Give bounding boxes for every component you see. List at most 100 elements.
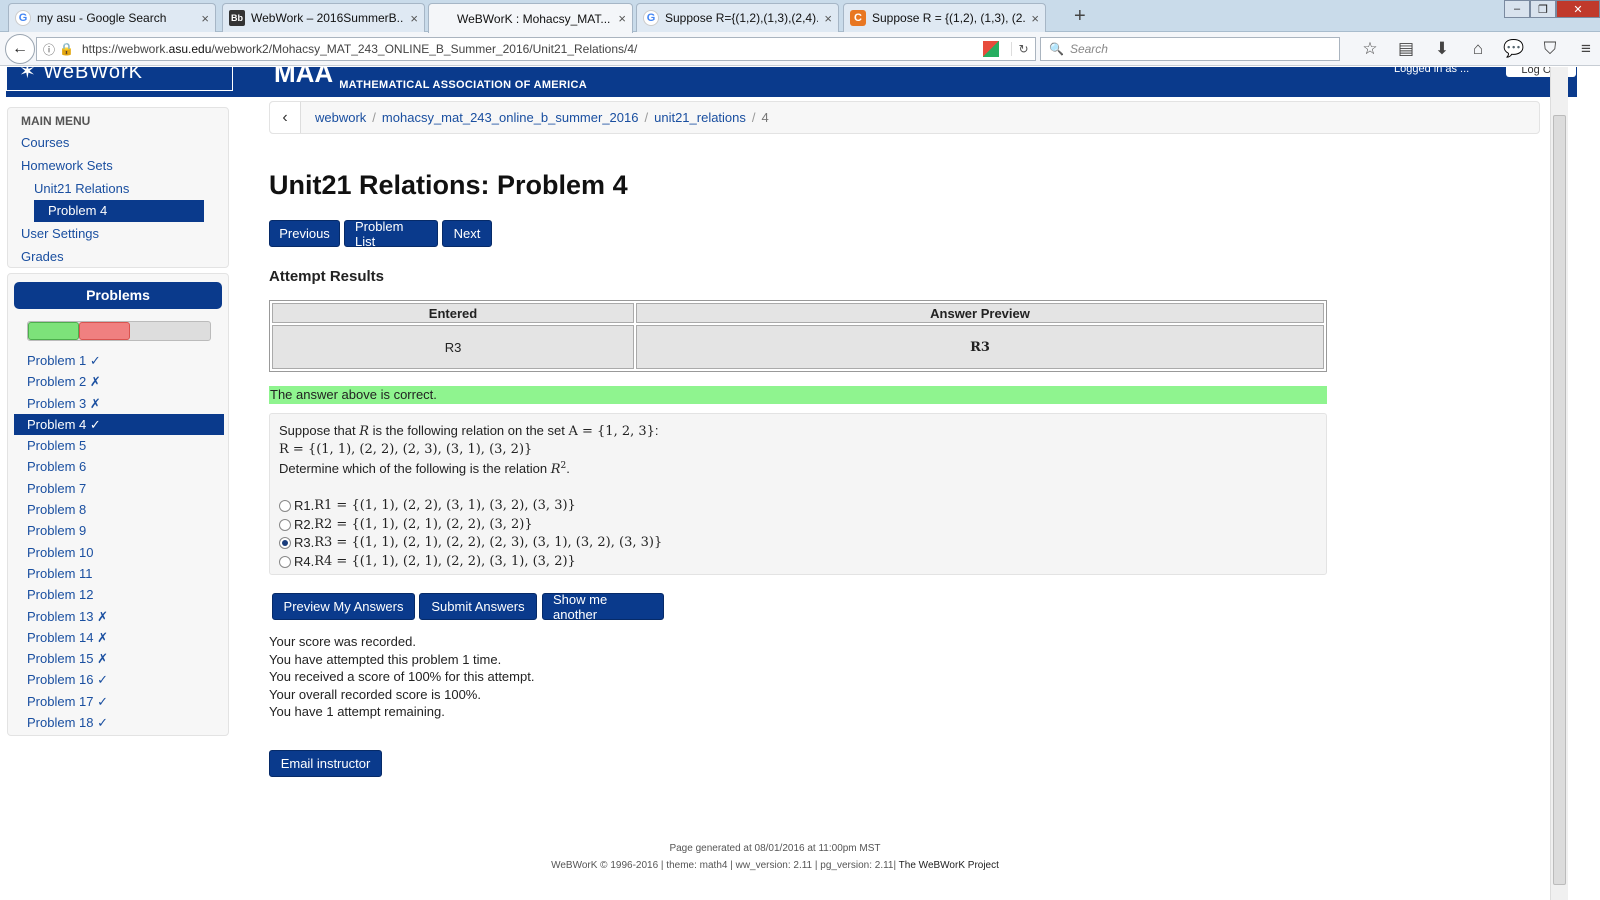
menu-current-problem[interactable]: Problem 4: [34, 200, 204, 222]
radio-button[interactable]: [279, 555, 291, 568]
option-label: R2.: [294, 516, 315, 532]
problem-link[interactable]: Problem 14 ✗: [14, 627, 224, 648]
submit-answers-button[interactable]: Submit Answers: [419, 593, 537, 620]
answer-option[interactable]: R2. R2 = {(1, 1), (2, 1), (2, 2), (3, 2)…: [279, 515, 1317, 534]
chegg-icon: C: [850, 10, 866, 26]
webwork-project-link[interactable]: The WeBWorK Project: [899, 860, 999, 871]
reload-icon[interactable]: ↻: [1011, 42, 1035, 56]
tab-title: Suppose R = {(1,2), (1,3), (2...: [872, 11, 1026, 25]
close-tab-icon[interactable]: ×: [824, 11, 832, 26]
webwork-banner: ✶ WeBWorK MAA MATHEMATICAL ASSOCIATION O…: [6, 67, 1577, 97]
next-button[interactable]: Next: [442, 220, 492, 247]
maa-subtitle: MATHEMATICAL ASSOCIATION OF AMERICA: [339, 79, 588, 91]
star-icon: ✶: [19, 67, 44, 83]
problem-link[interactable]: Problem 18 ✓: [14, 712, 224, 733]
hamburger-menu-icon[interactable]: ≡: [1568, 39, 1600, 59]
maximize-icon[interactable]: ❐: [1530, 0, 1556, 18]
browser-tab[interactable]: G Suppose R={(1,2),(1,3),(2,4)... ×: [636, 3, 839, 32]
problem-link[interactable]: Problem 4 ✓: [14, 413, 224, 436]
answer-option[interactable]: R1. R1 = {(1, 1), (2, 2), (3, 1), (3, 2)…: [279, 497, 1317, 516]
info-icon[interactable]: ⓘ: [43, 41, 55, 58]
google-icon: G: [15, 10, 31, 26]
back-arrow-icon[interactable]: ←: [5, 34, 35, 64]
radio-button-selected[interactable]: [279, 537, 291, 550]
problem-link[interactable]: Problem 1 ✓: [14, 350, 224, 371]
browser-search-input[interactable]: 🔍 Search: [1040, 37, 1340, 61]
intro-text: :: [654, 423, 659, 438]
answer-option[interactable]: R4. R4 = {(1, 1), (2, 1), (2, 2), (3, 1)…: [279, 552, 1317, 571]
browser-tab[interactable]: C Suppose R = {(1,2), (1,3), (2... ×: [843, 3, 1046, 32]
url-text[interactable]: https://webwork.asu.edu/webwork2/Mohacsy…: [82, 42, 983, 56]
breadcrumb-separator: /: [644, 110, 649, 125]
url-bar[interactable]: ⓘ 🔒 https://webwork.asu.edu/webwork2/Moh…: [36, 37, 1036, 61]
problem-link[interactable]: Problem 12: [14, 584, 224, 605]
browser-tab[interactable]: G my asu - Google Search ×: [8, 3, 216, 32]
answer-preview-header: Answer Preview: [636, 303, 1324, 323]
download-icon[interactable]: ⬇: [1424, 39, 1460, 59]
menu-grades-link[interactable]: Grades: [21, 249, 64, 264]
problem-link[interactable]: Problem 3 ✗: [14, 393, 224, 414]
correct-message: The answer above is correct.: [269, 386, 1327, 404]
chevron-left-icon[interactable]: ‹: [270, 102, 301, 133]
problem-link[interactable]: Problem 5: [14, 435, 224, 456]
menu-courses-link[interactable]: Courses: [21, 135, 69, 150]
breadcrumb-current: 4: [761, 110, 769, 125]
maa-logo[interactable]: MAA MATHEMATICAL ASSOCIATION OF AMERICA: [274, 67, 587, 91]
webwork-logo[interactable]: ✶ WeBWorK: [6, 67, 233, 91]
math-set: A = {1, 2, 3}: [568, 424, 655, 439]
answer-option[interactable]: R3. R3 = {(1, 1), (2, 1), (2, 2), (2, 3)…: [279, 534, 1317, 553]
problem-link[interactable]: Problem 16 ✓: [14, 669, 224, 690]
problem-link[interactable]: Problem 7: [14, 478, 224, 499]
chat-icon[interactable]: 💬: [1496, 39, 1532, 59]
menu-user-settings-link[interactable]: User Settings: [21, 226, 99, 241]
pocket-icon[interactable]: ⛉: [1532, 39, 1568, 59]
close-tab-icon[interactable]: ×: [1031, 11, 1039, 26]
breadcrumb-course[interactable]: mohacsy_mat_243_online_b_summer_2016: [382, 110, 639, 125]
reading-list-icon[interactable]: ▤: [1388, 39, 1424, 59]
problem-link[interactable]: Problem 15 ✗: [14, 648, 224, 669]
minimize-icon[interactable]: –: [1504, 0, 1530, 18]
close-tab-icon[interactable]: ×: [201, 11, 209, 26]
menu-homework-sets-link[interactable]: Homework Sets: [21, 158, 113, 173]
preview-answers-button[interactable]: Preview My Answers: [272, 593, 415, 620]
scrollbar-thumb[interactable]: [1553, 115, 1566, 885]
score-message: Your score was recorded.: [269, 634, 416, 649]
breadcrumb-set[interactable]: unit21_relations: [654, 110, 746, 125]
problem-link[interactable]: Problem 8: [14, 499, 224, 520]
problem-link[interactable]: Problem 13 ✗: [14, 606, 224, 627]
problem-list-button[interactable]: Problem List: [344, 219, 438, 249]
tab-title: WeBWorK : Mohacsy_MAT...: [457, 11, 611, 26]
menu-set-link[interactable]: Unit21 Relations: [34, 181, 129, 196]
progress-correct: [28, 322, 79, 340]
radio-button[interactable]: [279, 518, 291, 531]
radio-button[interactable]: [279, 500, 291, 513]
window-controls: – ❐ ✕: [1504, 0, 1600, 18]
previous-button[interactable]: Previous: [269, 220, 340, 247]
option-label: R4.: [294, 553, 315, 569]
problem-link[interactable]: Problem 10: [14, 542, 224, 563]
problem-link[interactable]: Problem 9: [14, 520, 224, 541]
problem-link[interactable]: Problem 2 ✗: [14, 371, 224, 392]
problem-link[interactable]: Problem 6: [14, 456, 224, 477]
math-var: R: [550, 462, 561, 478]
breadcrumb: ‹ webwork / mohacsy_mat_243_online_b_sum…: [269, 101, 1540, 134]
extension-icon[interactable]: [983, 41, 999, 57]
breadcrumb-webwork[interactable]: webwork: [315, 110, 366, 125]
problem-link[interactable]: Problem 17 ✓: [14, 691, 224, 712]
new-tab-icon[interactable]: +: [1074, 5, 1086, 28]
email-instructor-button[interactable]: Email instructor: [269, 750, 382, 777]
browser-tab[interactable]: Bb WebWork – 2016SummerB... ×: [222, 3, 425, 32]
score-message: You have 1 attempt remaining.: [269, 704, 445, 720]
bookmark-star-icon[interactable]: ☆: [1352, 39, 1388, 59]
close-tab-icon[interactable]: ×: [410, 11, 418, 26]
home-icon[interactable]: ⌂: [1460, 39, 1496, 59]
lock-icon: 🔒: [59, 42, 74, 56]
problem-link[interactable]: Problem 11: [14, 563, 224, 584]
close-window-icon[interactable]: ✕: [1556, 0, 1600, 18]
page-scrollbar[interactable]: [1550, 67, 1568, 900]
attempt-results-heading: Attempt Results: [269, 268, 385, 285]
browser-tab-active[interactable]: WeBWorK : Mohacsy_MAT... ×: [428, 3, 633, 33]
progress-incorrect: [79, 322, 130, 340]
show-another-button[interactable]: Show me another: [542, 592, 664, 622]
close-tab-icon[interactable]: ×: [618, 11, 626, 26]
